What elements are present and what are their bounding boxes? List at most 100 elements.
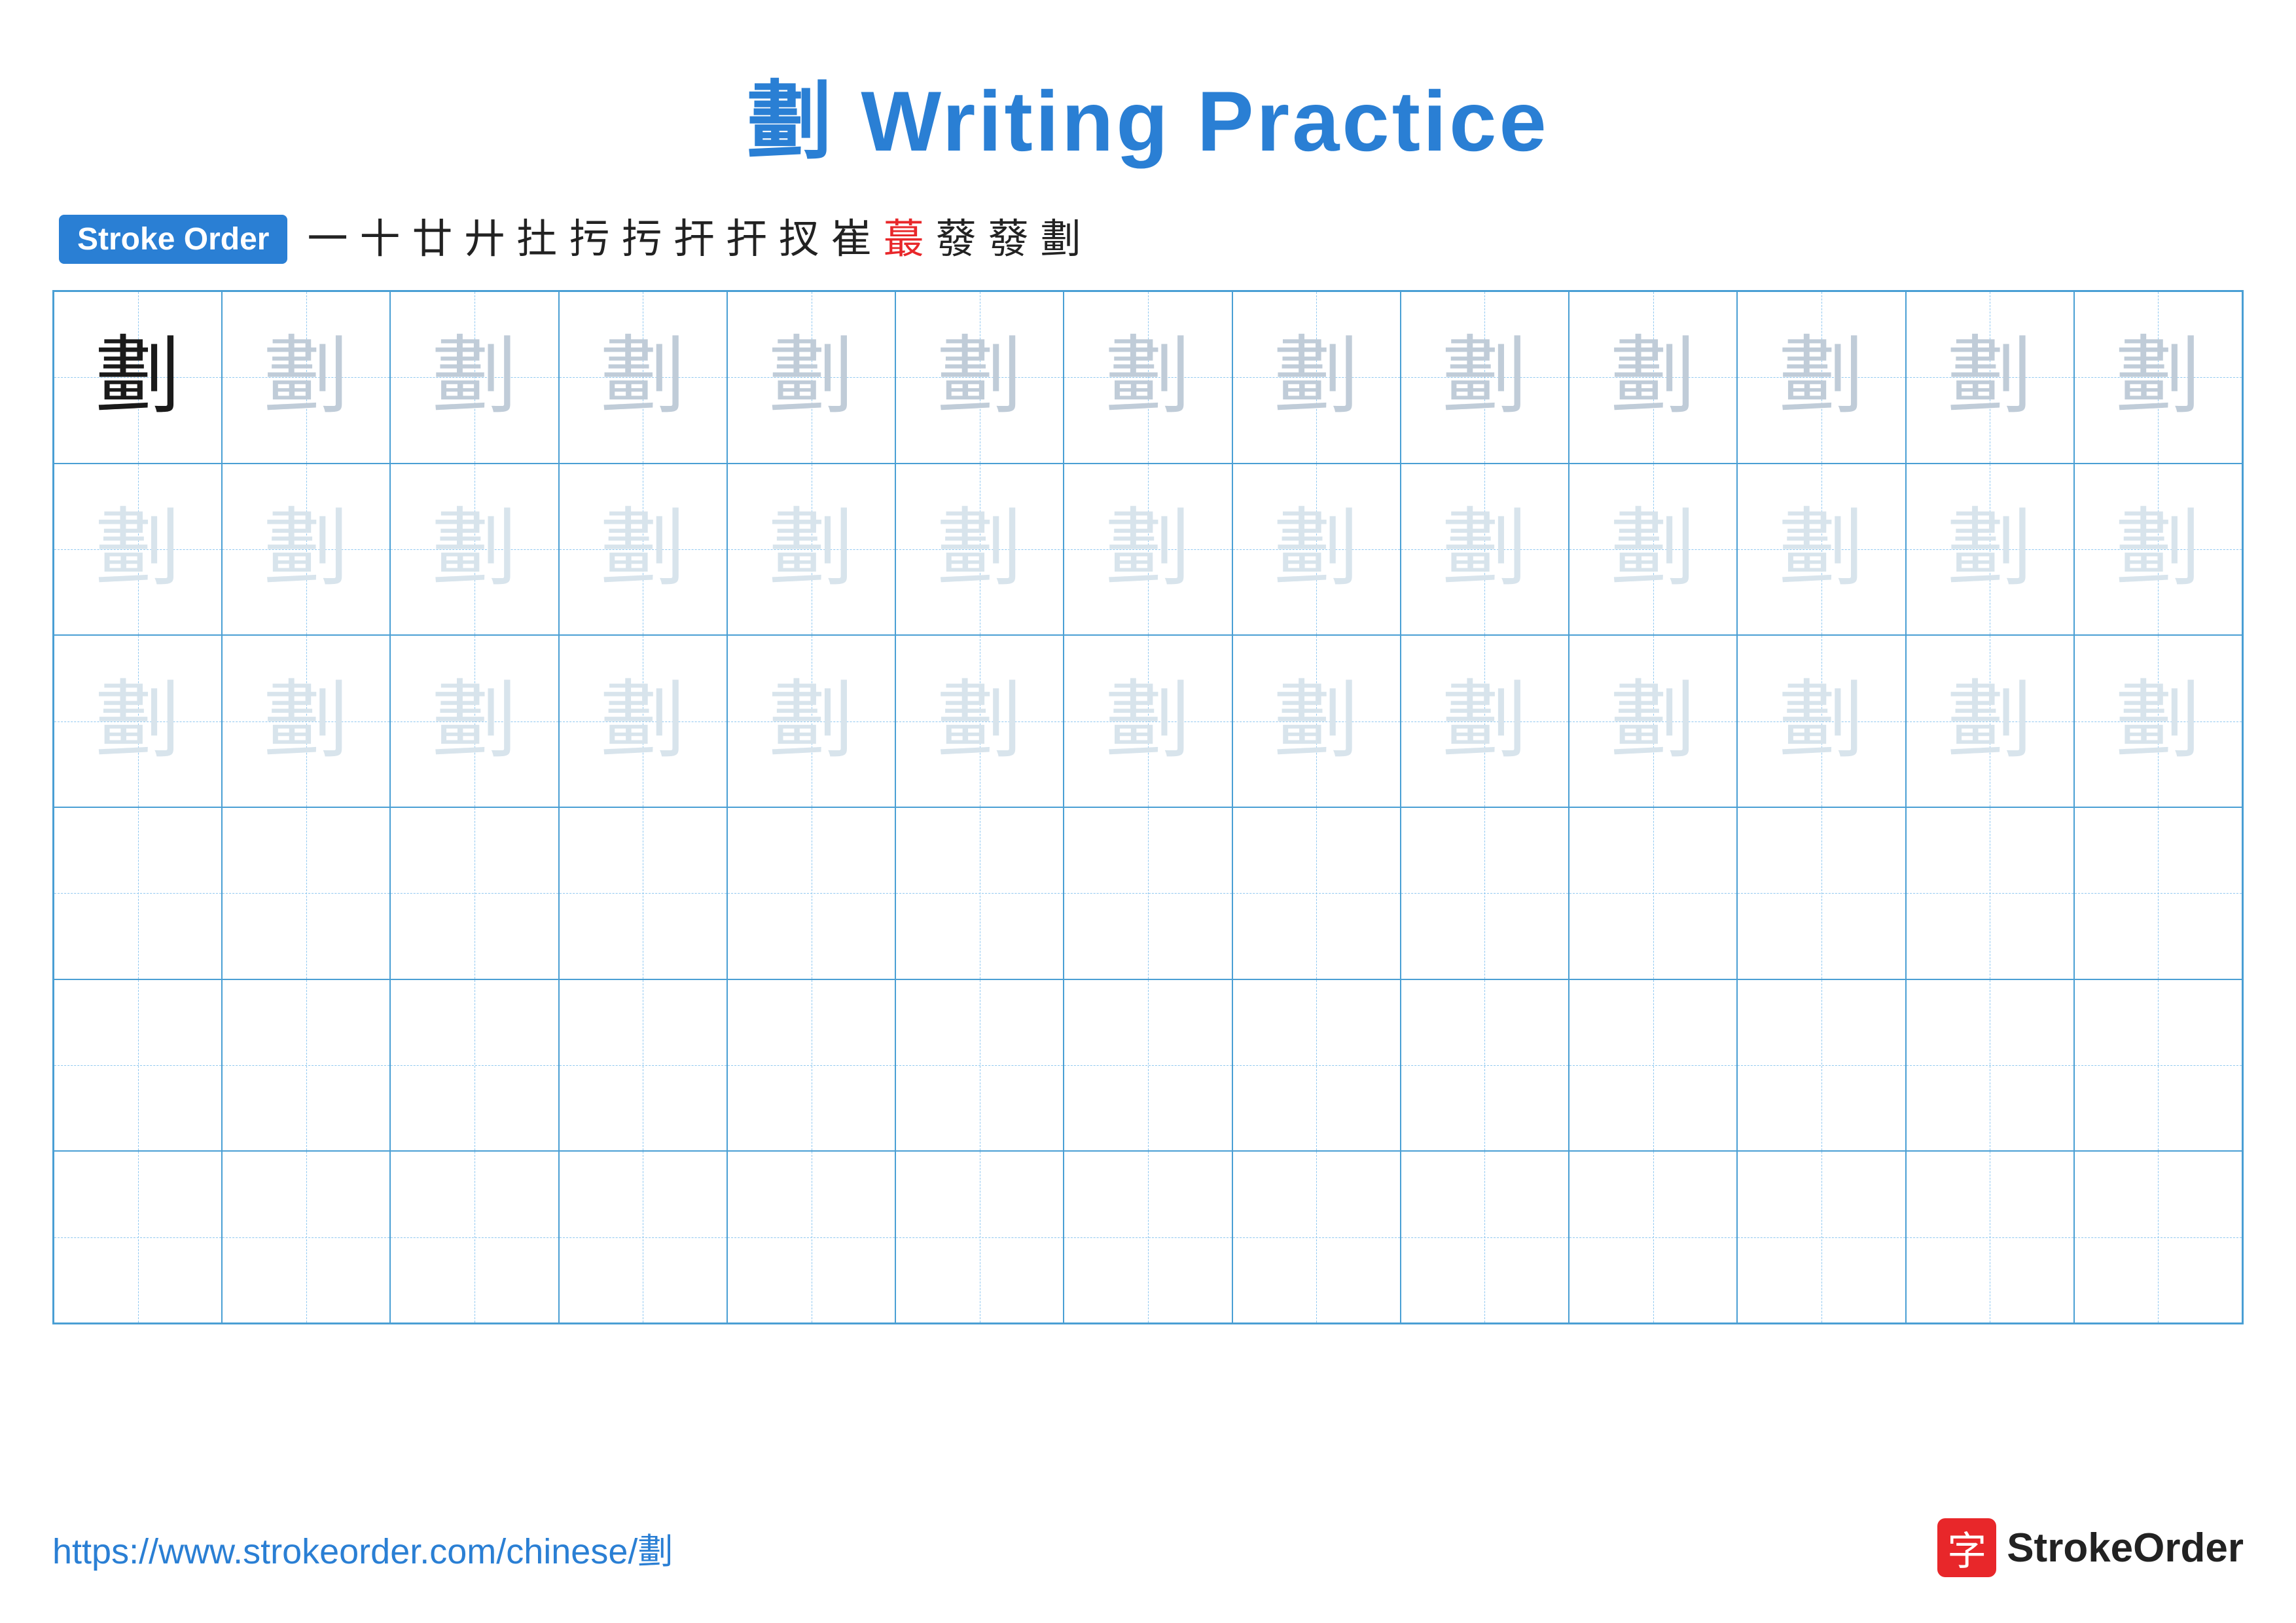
grid-cell[interactable]: 劃 [1906,291,2074,464]
grid-cell[interactable]: 劃 [1064,291,1232,464]
grid-cell[interactable]: 劃 [2074,291,2242,464]
brand-icon-char: 字 [1947,1520,1986,1577]
grid-cell[interactable]: 劃 [1906,635,2074,807]
stroke-step-2: 十 [359,219,400,260]
grid-cell[interactable]: 劃 [54,464,222,636]
grid-cell[interactable] [895,1151,1064,1323]
grid-cell[interactable]: 劃 [895,464,1064,636]
grid-char: 劃 [1947,335,2032,420]
grid-cell[interactable]: 劃 [390,291,558,464]
grid-char: 劃 [1779,679,1864,764]
grid-cell[interactable]: 劃 [1232,464,1401,636]
grid-cell[interactable]: 劃 [222,291,390,464]
grid-char: 劃 [1105,679,1191,764]
grid-cell[interactable]: 劃 [390,635,558,807]
grid-cell[interactable] [54,1151,222,1323]
grid-cell[interactable]: 劃 [390,464,558,636]
footer-url[interactable]: https://www.strokeorder.com/chinese/劃 [52,1522,673,1574]
grid-char: 劃 [1947,507,2032,592]
grid-cell[interactable] [1906,807,2074,979]
grid-cell[interactable] [54,979,222,1152]
grid-cell[interactable] [1569,979,1737,1152]
grid-cell[interactable] [390,1151,558,1323]
grid-cell[interactable] [1906,979,2074,1152]
grid-char: 劃 [432,335,517,420]
grid-cell[interactable] [390,979,558,1152]
grid-cell[interactable] [1737,979,1905,1152]
grid-cell[interactable]: 劃 [1569,291,1737,464]
grid-cell[interactable] [1064,979,1232,1152]
grid-cell[interactable] [1401,807,1569,979]
grid-cell[interactable]: 劃 [727,464,895,636]
grid-cell[interactable]: 劃 [1064,635,1232,807]
grid-cell[interactable]: 劃 [559,464,727,636]
grid-cell[interactable]: 劃 [1569,635,1737,807]
grid-cell[interactable] [1569,1151,1737,1323]
grid-cell[interactable]: 劃 [559,635,727,807]
grid-cell[interactable]: 劃 [222,464,390,636]
stroke-step-7: 扝 [622,219,662,260]
grid-cell[interactable]: 劃 [1401,464,1569,636]
grid-char: 劃 [769,679,854,764]
grid-cell[interactable] [1232,807,1401,979]
grid-cell[interactable]: 劃 [1232,291,1401,464]
grid-cell[interactable] [222,979,390,1152]
grid-cell[interactable] [1064,1151,1232,1323]
grid-cell[interactable]: 劃 [727,635,895,807]
grid-cell[interactable]: 劃 [2074,464,2242,636]
grid-char: 劃 [264,679,349,764]
grid-cell[interactable] [1906,1151,2074,1323]
grid-cell[interactable] [559,1151,727,1323]
grid-cell[interactable]: 劃 [1232,635,1401,807]
grid-char: 劃 [600,335,685,420]
grid-cell[interactable] [222,1151,390,1323]
grid-cell[interactable]: 劃 [1401,635,1569,807]
grid-cell[interactable] [1737,807,1905,979]
practice-grid: 劃劃劃劃劃劃劃劃劃劃劃劃劃劃劃劃劃劃劃劃劃劃劃劃劃劃劃劃劃劃劃劃劃劃劃劃劃劃劃 [52,290,2244,1324]
grid-cell[interactable] [1064,807,1232,979]
grid-cell[interactable] [1232,979,1401,1152]
grid-cell[interactable] [895,979,1064,1152]
grid-char: 劃 [937,335,1022,420]
grid-cell[interactable] [390,807,558,979]
grid-cell[interactable]: 劃 [54,291,222,464]
grid-cell[interactable]: 劃 [1401,291,1569,464]
grid-char: 劃 [264,507,349,592]
stroke-order-badge: Stroke Order [59,215,287,264]
grid-cell[interactable] [895,807,1064,979]
grid-cell[interactable] [727,807,895,979]
grid-cell[interactable]: 劃 [222,635,390,807]
grid-cell[interactable] [2074,979,2242,1152]
grid-cell[interactable] [1401,979,1569,1152]
grid-cell[interactable]: 劃 [1569,464,1737,636]
grid-cell[interactable]: 劃 [1064,464,1232,636]
grid-cell[interactable]: 劃 [1737,635,1905,807]
grid-cell[interactable] [559,979,727,1152]
grid-cell[interactable] [727,979,895,1152]
grid-cell[interactable] [2074,1151,2242,1323]
grid-cell[interactable] [1569,807,1737,979]
grid-char: 劃 [2115,335,2200,420]
grid-cell[interactable] [1737,1151,1905,1323]
grid-cell[interactable] [559,807,727,979]
grid-cell[interactable]: 劃 [895,635,1064,807]
grid-cell[interactable] [2074,807,2242,979]
grid-char: 劃 [600,679,685,764]
grid-char: 劃 [96,679,181,764]
grid-cell[interactable] [222,807,390,979]
grid-cell[interactable]: 劃 [1737,464,1905,636]
grid-cell[interactable] [54,807,222,979]
grid-cell[interactable] [727,1151,895,1323]
grid-cell[interactable]: 劃 [559,291,727,464]
grid-char: 劃 [96,335,181,420]
grid-cell[interactable]: 劃 [1737,291,1905,464]
grid-cell[interactable]: 劃 [727,291,895,464]
grid-cell[interactable]: 劃 [2074,635,2242,807]
stroke-step-4: 廾 [464,219,505,260]
grid-cell[interactable]: 劃 [54,635,222,807]
grid-cell[interactable]: 劃 [1906,464,2074,636]
grid-cell[interactable]: 劃 [895,291,1064,464]
grid-cell[interactable] [1232,1151,1401,1323]
grid-cell[interactable] [1401,1151,1569,1323]
stroke-step-10: 扠 [779,219,819,260]
